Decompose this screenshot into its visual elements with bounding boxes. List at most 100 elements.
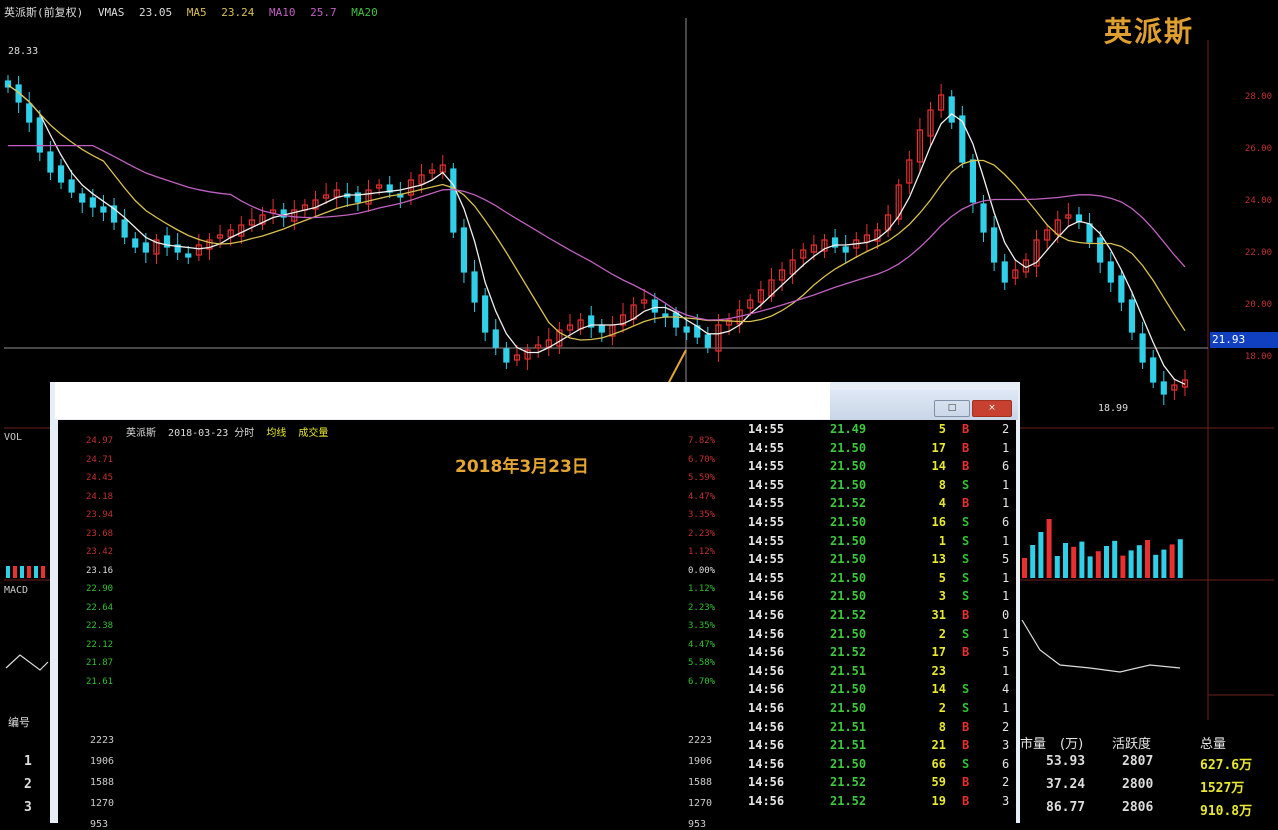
tick-volume: 17 [931,440,946,455]
popup-title-bar[interactable] [55,382,830,419]
volume-bar [1136,545,1142,578]
tick-time: 14:55 [748,422,785,436]
candle-body [1128,299,1136,333]
col-header-activity: 活跃度 [1112,737,1152,752]
right-axis-label: 24.00 [1244,196,1272,206]
tick-row: 14:55 21.50 17 B 1 [744,441,1014,459]
candle-body [842,246,849,253]
tick-time: 14:56 [748,701,785,715]
volume-bar [1120,555,1126,578]
intraday-left-axis-label: 23.16 [86,565,114,576]
candle-body [503,348,510,363]
legend-ma10: MA10 [269,6,296,19]
volume-bar [1128,550,1134,578]
intraday-right-axis-label: 0.00% [688,565,716,576]
candle-body [47,151,54,173]
ma-legend: 英派斯(前复权) VMAS 23.05 MA5 23.24 MA10 25.7 … [4,4,386,20]
row-market: 53.93 [1046,754,1086,769]
tick-count: 0 [1002,608,1010,622]
ma20-line [8,144,1186,321]
tick-row: 14:55 21.52 4 B 1 [744,496,1014,514]
tick-price: 21.50 [830,701,867,715]
tick-count: 1 [1002,701,1010,715]
tick-side: S [962,626,970,641]
right-axis-label: 26.00 [1244,144,1272,154]
macd-panel-label: MACD [4,585,29,596]
candle-body [142,242,149,253]
tick-time: 14:55 [748,570,785,585]
intraday-left-axis-label: 23.42 [86,547,114,557]
row-activity: 2806 [1122,800,1154,815]
tick-count: 1 [1002,626,1010,641]
tick-time: 14:56 [748,775,785,790]
volume-bar [1112,540,1118,578]
tick-price: 21.50 [830,756,867,771]
tick-price: 21.50 [830,570,867,585]
bottom-left-header: 编号 [8,716,30,729]
tick-side: S [962,533,970,548]
tick-row: 14:55 21.50 14 B 6 [744,459,1014,477]
tick-side: S [962,756,970,771]
candle-body [980,203,987,233]
row-total: 627.6万 [1200,758,1253,773]
tick-volume: 3 [938,589,946,604]
candle-body [991,227,998,263]
volume-bar [1169,544,1175,578]
candle-body [132,238,139,248]
tick-price: 21.50 [830,459,867,474]
tick-count: 1 [1002,663,1010,678]
intraday-volume-axis-label: 2223 [90,735,115,746]
candle-body [704,334,711,348]
intraday-left-axis-label: 24.18 [86,491,114,502]
tick-side: S [962,477,970,492]
tick-price: 21.52 [830,645,867,660]
row-index: 2 [24,777,32,792]
maximize-button[interactable]: □ [934,400,970,417]
tick-time: 14:56 [748,663,785,678]
row-index: 3 [24,800,32,815]
volume-bar [1079,541,1085,578]
tick-price: 21.50 [830,477,867,492]
tick-price: 21.50 [830,533,867,548]
row-total: 1527万 [1200,781,1245,796]
tick-price: 21.50 [830,589,867,604]
volume-bar [13,566,17,578]
tick-side: S [962,589,970,604]
candle-body [1160,381,1167,395]
current-price-tag: 21.93 [1210,332,1278,348]
intraday-left-axis-label: 21.87 [86,658,114,668]
candle-body [450,168,457,233]
intraday-right-axis-label: 2.23% [688,602,716,613]
volume-bar [27,566,31,578]
tick-row: 14:55 21.50 5 S 1 [744,571,1014,589]
legend-vmas: VMAS [97,6,125,19]
candle-body [1107,261,1114,283]
high-price-label: 28.33 [8,46,39,57]
intraday-right-axis-label: 5.58% [688,658,716,668]
intraday-volume-axis-label: 953 [688,819,707,830]
tick-row: 14:55 21.50 1 S 1 [744,534,1014,552]
candle-body [1086,223,1093,243]
tick-volume: 66 [931,756,946,771]
intraday-volume-axis-label: 1270 [688,798,713,809]
tick-side: B [962,608,970,622]
row-total: 910.8万 [1200,804,1253,819]
tick-volume: 2 [938,701,946,715]
intraday-volume-axis-label: 1588 [688,777,713,788]
col-header-mkt: 市量 [1020,737,1047,752]
intraday-volume: 成交量 [298,428,329,439]
intraday-right-axis-label: 3.35% [688,621,716,631]
brand-logo: 英派斯 [1104,15,1195,48]
row-market: 37.24 [1046,777,1086,792]
close-button[interactable]: × [972,400,1012,417]
candle-body [100,206,107,213]
intraday-volume-axis-label: 1588 [90,777,115,788]
tick-time: 14:56 [748,626,785,641]
tick-row: 14:56 21.52 17 B 5 [744,645,1014,663]
intraday-avg-line: 均线 [266,428,287,439]
tick-volume: 8 [938,477,946,492]
legend-ma5: MA5 [186,6,207,19]
volume-bar [1087,556,1093,578]
candle-body [969,159,977,203]
volume-bar [6,566,10,578]
